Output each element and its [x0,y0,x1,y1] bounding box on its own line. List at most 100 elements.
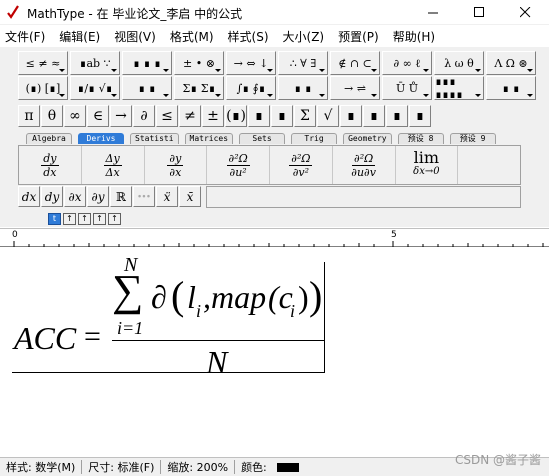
infinity-symbol-button[interactable]: ∞ [64,105,86,127]
map-function: ,map [203,279,267,315]
size-button-1[interactable]: ↑ [63,213,76,225]
menu-edit[interactable]: 编辑(E) [59,28,100,45]
maximize-button[interactable] [456,0,502,25]
status-zoom[interactable]: 缩放: 200% [167,459,228,475]
boxes-palette[interactable]: ∎ ∎ [486,76,536,100]
tab-trig[interactable]: Trig [291,133,338,144]
products-palette[interactable]: Ū Ů [382,76,432,100]
tab-statistics[interactable]: Statisti [130,133,179,144]
template-dy-dx[interactable]: dy dx [19,146,82,184]
leq-symbol-button[interactable]: ≤ [156,105,178,127]
tab-preset-8[interactable]: 预设 8 [397,133,444,144]
palette-row-1: ≤ ≠ ≈ ∎ab ∵ ∎ ∎ ∎ ± • ⊗ → ⇔ ↓ ∴ ∀ ∃ ∉ ∩ … [18,51,538,76]
menu-help[interactable]: 帮助(H) [393,28,435,45]
subscript-template-button[interactable]: ∎ [386,105,408,127]
arrow-symbol-button[interactable]: → [110,105,132,127]
menu-format[interactable]: 格式(M) [170,28,214,45]
size-button-text[interactable]: t [48,213,61,225]
sets-palette[interactable]: ∉ ∩ ⊂ [330,51,380,75]
size-buttons-bar: t ↑ ↑ ↑ ↑ [48,213,123,226]
tab-derivs[interactable]: Derivs [78,133,124,144]
var-l: l [187,279,196,315]
tab-geometry[interactable]: Geometry [343,133,392,144]
greek-lower-palette[interactable]: λ ω θ [434,51,484,75]
template-second-partial-v[interactable]: ∂²Ω ∂v² [270,146,333,184]
theta-symbol-button[interactable]: θ [41,105,63,127]
plusminus-symbol-button[interactable]: ± [202,105,224,127]
status-style[interactable]: 样式: 数学(M) [6,459,75,475]
template-delta-y-delta-x[interactable]: Δy Δx [82,146,145,184]
double-dot-x-button[interactable]: ẍ [156,186,178,207]
template-partial-y-partial-x[interactable]: ∂y ∂x [145,146,208,184]
equation-equals: = [84,320,101,353]
menu-size[interactable]: 大小(Z) [283,28,325,45]
partial-y-button[interactable]: ∂y [87,186,109,207]
parens-template-button[interactable]: (∎) [225,105,247,127]
size-button-2[interactable]: ↑ [78,213,91,225]
status-divider [81,460,83,474]
menu-style[interactable]: 样式(S) [228,28,269,45]
close-button[interactable] [502,0,548,25]
matrix-template-button[interactable]: ∎ [340,105,362,127]
menu-file[interactable]: 文件(F) [5,28,45,45]
tab-algebra[interactable]: Algebra [26,133,72,144]
ellipsis-button[interactable]: ∙∙∙ [133,186,155,207]
status-color-label: 颜色: [241,461,267,474]
dx-button[interactable]: dx [18,186,40,207]
template-mixed-partial[interactable]: ∂²Ω ∂u∂v [333,146,396,184]
status-size[interactable]: 尺寸: 标准(F) [88,459,154,475]
close-icon [519,7,530,18]
menu-bar: 文件(F) 编辑(E) 视图(V) 格式(M) 样式(S) 大小(Z) 预置(P… [0,26,549,46]
minimize-button[interactable] [410,0,456,25]
labeled-arrows-palette[interactable]: → ⇌ [330,76,380,100]
size-button-3[interactable]: ↑ [93,213,106,225]
equation-editor[interactable]: ACC = N ∑ i=1 ∂ ( l i ,map (c i ) ) N [0,248,549,456]
status-color-swatch[interactable] [276,462,299,472]
box-template-button[interactable]: ∎ [409,105,431,127]
equation-underline [12,372,324,373]
brackets-template-button[interactable]: ∎ [248,105,270,127]
superscript-template-button[interactable]: ∎ [363,105,385,127]
partial-x-button[interactable]: ∂x [64,186,86,207]
arrows-palette[interactable]: → ⇔ ↓ [226,51,276,75]
sqrt-template-button[interactable]: √ [317,105,339,127]
template-second-partial-u[interactable]: ∂²Ω ∂u² [207,146,270,184]
fraction-template-button[interactable]: ∎ [271,105,293,127]
real-numbers-button[interactable]: ℝ [110,186,132,207]
element-of-symbol-button[interactable]: ∈ [87,105,109,127]
sum-lower-limit: i=1 [117,318,144,338]
relations-palette[interactable]: ≤ ≠ ≈ [18,51,68,75]
window-title: MathType - 在 毕业论文_李启 中的公式 [27,7,243,21]
underbars-palette[interactable]: ∎ ∎ [278,76,328,100]
small-templates-bar: dx dy ∂x ∂y ℝ ∙∙∙ ẍ x̄ [18,186,202,208]
pi-symbol-button[interactable]: π [18,105,40,127]
tab-sets[interactable]: Sets [239,133,286,144]
operators-palette[interactable]: ± • ⊗ [174,51,224,75]
dy-button[interactable]: dy [41,186,63,207]
spaces-palette[interactable]: ∎ab ∵ [70,51,120,75]
matrices-palette[interactable]: ∎∎∎ ∎∎∎∎ [434,75,484,101]
bar-x-button[interactable]: x̄ [179,186,201,207]
template-limit[interactable]: lim δx→0 [396,146,459,184]
scripts-palette[interactable]: ∎ ∎ [122,76,172,100]
ruler[interactable]: 0 5 [0,228,549,247]
fences-palette[interactable]: (∎) [∎] [18,76,68,100]
partial-symbol-button[interactable]: ∂ [133,105,155,127]
title-bar: MathType - 在 毕业论文_李启 中的公式 [0,0,549,25]
embellishments-palette[interactable]: ∎ ∎ ∎ [122,51,172,75]
tab-matrices[interactable]: Matrices [184,133,234,144]
tab-preset-9[interactable]: 预设 9 [449,133,496,144]
size-button-4[interactable]: ↑ [108,213,121,225]
summations-palette[interactable]: Σ∎ Σ∎ [174,76,224,100]
logic-palette[interactable]: ∴ ∀ ∃ [278,51,328,75]
menu-view[interactable]: 视图(V) [114,28,156,45]
greek-upper-palette[interactable]: Λ Ω ⊛ [486,51,536,75]
misc-symbols-palette[interactable]: ∂ ∞ ℓ [382,51,432,75]
symbol-bar: π θ ∞ ∈ → ∂ ≤ ≠ ± (∎) ∎ ∎ Σ √ ∎ ∎ ∎ ∎ [18,105,432,129]
summation-symbol: ∑ [112,266,144,315]
fractions-palette[interactable]: ∎/∎ √∎ [70,76,120,100]
integrals-palette[interactable]: ∫∎ ∮∎ [226,76,276,100]
neq-symbol-button[interactable]: ≠ [179,105,201,127]
menu-preferences[interactable]: 预置(P) [338,28,379,45]
sum-template-button[interactable]: Σ [294,105,316,127]
